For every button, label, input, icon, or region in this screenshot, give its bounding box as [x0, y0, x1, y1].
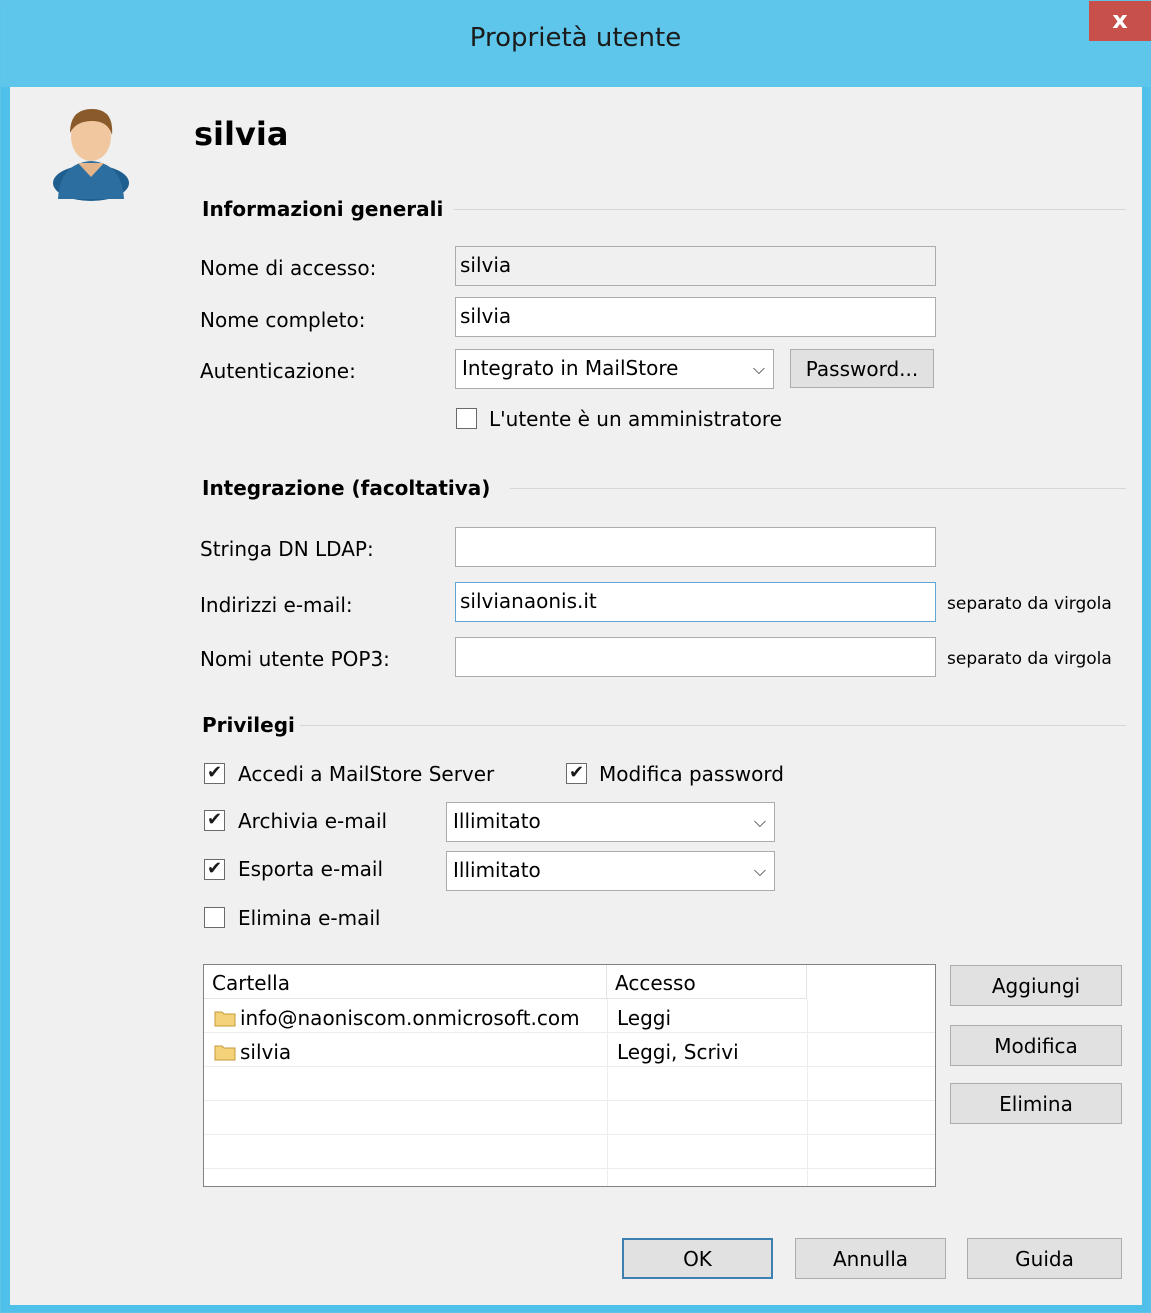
user-avatar-icon: [53, 109, 129, 201]
section-divider: [510, 488, 1126, 489]
close-button[interactable]: x: [1089, 1, 1151, 41]
ok-button[interactable]: OK: [622, 1238, 773, 1279]
section-privileges-heading: Privilegi: [202, 713, 295, 737]
section-divider: [300, 725, 1126, 726]
authentication-select[interactable]: Integrato in MailStore ⌵: [455, 349, 774, 389]
access-server-label: Accedi a MailStore Server: [238, 762, 495, 786]
help-button[interactable]: Guida: [967, 1238, 1122, 1279]
row-divider: [204, 1032, 935, 1033]
section-integration-heading: Integrazione (facoltativa): [202, 476, 491, 500]
access-server-checkbox[interactable]: ✔: [204, 763, 225, 784]
edit-folder-button[interactable]: Modifica: [950, 1025, 1122, 1066]
admin-label: L'utente è un amministratore: [489, 407, 782, 431]
pop3-label: Nomi utente POP3:: [200, 647, 390, 671]
column-divider: [607, 999, 608, 1186]
cancel-button[interactable]: Annulla: [795, 1238, 946, 1279]
window-title: Proprietà utente: [469, 23, 682, 53]
chevron-down-icon: ⌵: [752, 359, 765, 378]
change-password-label: Modifica password: [599, 762, 784, 786]
row-divider: [204, 1100, 935, 1101]
folder-name: info@naoniscom.onmicrosoft.com: [240, 1006, 580, 1030]
full-name-label: Nome completo:: [200, 308, 366, 332]
chevron-down-icon: ⌵: [753, 812, 766, 831]
delete-folder-button[interactable]: Elimina: [950, 1083, 1122, 1124]
column-divider: [807, 999, 808, 1186]
folder-name: silvia: [240, 1040, 292, 1064]
dialog-window: Proprietà utente x silvia Informazioni g…: [0, 0, 1151, 1313]
dialog-body: silvia Informazioni generali Nome di acc…: [10, 87, 1142, 1305]
row-divider: [204, 1066, 935, 1067]
ldap-label: Stringa DN LDAP:: [200, 537, 374, 561]
archive-scope-select[interactable]: Illimitato ⌵: [446, 802, 775, 842]
full-name-field[interactable]: silvia: [455, 297, 936, 337]
export-scope-select[interactable]: Illimitato ⌵: [446, 851, 775, 891]
export-checkbox[interactable]: ✔: [204, 859, 225, 880]
section-divider: [454, 209, 1126, 210]
pop3-field[interactable]: [455, 637, 936, 677]
access-value: Leggi: [617, 1006, 672, 1030]
row-divider: [204, 1134, 935, 1135]
folder-icon: [214, 1045, 236, 1061]
ldap-field[interactable]: [455, 527, 936, 567]
admin-checkbox[interactable]: [456, 408, 477, 429]
change-password-checkbox[interactable]: ✔: [566, 763, 587, 784]
archive-checkbox[interactable]: ✔: [204, 810, 225, 831]
emails-label: Indirizzi e-mail:: [200, 593, 353, 617]
export-scope-value: Illimitato: [453, 858, 541, 882]
section-general-heading: Informazioni generali: [202, 197, 444, 221]
row-divider: [204, 1168, 935, 1169]
folder-access-table[interactable]: Cartella Accesso info@naoniscom.onmicros…: [203, 964, 936, 1187]
title-bar[interactable]: Proprietà utente x: [1, 1, 1151, 87]
authentication-label: Autenticazione:: [200, 359, 356, 383]
access-value: Leggi, Scrivi: [617, 1040, 739, 1064]
table-row[interactable]: silvia: [214, 1040, 291, 1064]
delete-label: Elimina e-mail: [238, 906, 381, 930]
emails-hint: separato da virgola: [947, 594, 1112, 614]
folder-icon: [214, 1011, 236, 1027]
add-folder-button[interactable]: Aggiungi: [950, 965, 1122, 1006]
column-header-access[interactable]: Accesso: [607, 965, 807, 999]
archive-scope-value: Illimitato: [453, 809, 541, 833]
emails-field[interactable]: silvianaonis.it: [455, 582, 936, 622]
login-name-label: Nome di accesso:: [200, 256, 377, 280]
user-name-heading: silvia: [194, 115, 289, 153]
chevron-down-icon: ⌵: [753, 861, 766, 880]
column-header-folder[interactable]: Cartella: [204, 965, 607, 999]
login-name-field[interactable]: silvia: [455, 246, 936, 286]
table-row[interactable]: info@naoniscom.onmicrosoft.com: [214, 1006, 580, 1030]
pop3-hint: separato da virgola: [947, 649, 1112, 669]
authentication-value: Integrato in MailStore: [462, 356, 679, 380]
delete-checkbox[interactable]: [204, 907, 225, 928]
export-label: Esporta e-mail: [238, 857, 384, 881]
archive-label: Archivia e-mail: [238, 809, 388, 833]
password-button[interactable]: Password...: [790, 349, 934, 388]
